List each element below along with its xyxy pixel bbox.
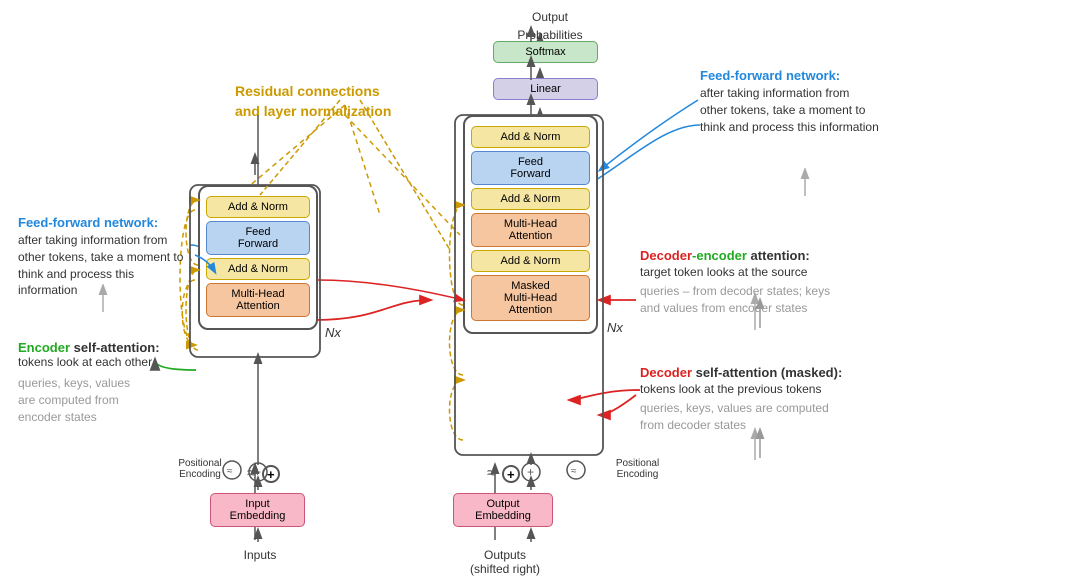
enc-plus-circle: + xyxy=(262,465,280,483)
enc-attn-title: Encoder self-attention: xyxy=(18,340,193,355)
enc-positional-wave: ≈ xyxy=(247,465,256,483)
enc-attn-queries: queries, keys, valuesare computed fromen… xyxy=(18,375,193,425)
ff-right-body: after taking information fromother token… xyxy=(700,85,910,135)
enc-feed-forward: FeedForward xyxy=(206,221,310,255)
residual-annotation: Residual connectionsand layer normalizat… xyxy=(235,82,391,121)
enc-multi-head-attn: Multi-HeadAttention xyxy=(206,283,310,317)
dec-add-norm-1: Add & Norm xyxy=(471,250,590,272)
dec-multi-head-attn: Multi-HeadAttention xyxy=(471,213,590,247)
linear-box: Linear xyxy=(493,75,598,103)
svg-text:+: + xyxy=(527,465,534,479)
dec-add-norm-2: Add & Norm xyxy=(471,188,590,210)
enc-positional-label: PositionalEncoding xyxy=(165,458,235,480)
dec-self-attn-title: Decoder self-attention (masked): xyxy=(640,365,890,380)
dec-masked-attn: MaskedMulti-HeadAttention xyxy=(471,275,590,321)
dec-enc-queries: queries – from decoder states; keysand v… xyxy=(640,283,880,317)
enc-attn-body: tokens look at each other xyxy=(18,355,193,369)
dec-enc-attn-body: target token looks at the source xyxy=(640,265,880,279)
decoder-self-attn-annotation: Decoder self-attention (masked): tokens … xyxy=(640,365,890,434)
ff-left-arrow xyxy=(93,284,113,314)
enc-input-label: Inputs xyxy=(230,548,290,562)
ff-left-title: Feed-forward network: xyxy=(18,215,193,230)
ff-right-title: Feed-forward network: xyxy=(700,68,910,83)
dec-add-norm-3: Add & Norm xyxy=(471,126,590,148)
enc-embedding-box: InputEmbedding xyxy=(210,490,305,530)
feedforward-right-annotation: Feed-forward network: after taking infor… xyxy=(700,68,910,135)
softmax-label: Softmax xyxy=(493,41,598,63)
softmax-box: Softmax xyxy=(493,38,598,66)
dec-feed-forward: FeedForward xyxy=(471,151,590,185)
dec-enc-attn-title: Decoder-encoder attention: xyxy=(640,248,880,263)
enc-add-norm-1: Add & Norm xyxy=(206,258,310,280)
dec-embedding-label: OutputEmbedding xyxy=(453,493,553,527)
dec-self-attn-queries: queries, keys, values are computedfrom d… xyxy=(640,400,890,434)
dec-plus-circle: + xyxy=(502,465,520,483)
decoder-encoder-attn-annotation: Decoder-encoder attention: target token … xyxy=(640,248,880,317)
dec-self-attn-body: tokens look at the previous tokens xyxy=(640,382,890,396)
encoder-block: Add & Norm FeedForward Add & Norm Multi-… xyxy=(198,185,318,330)
encoder-plus-section: ≈ + xyxy=(247,465,280,483)
decoder-block: Add & Norm FeedForward Add & Norm Multi-… xyxy=(463,115,598,334)
svg-text:≈: ≈ xyxy=(571,466,577,477)
decoder-nx-label: Nx xyxy=(607,320,623,335)
dec-positional-label: PositionalEncoding xyxy=(600,458,675,480)
dec-output-label: Outputs(shifted right) xyxy=(460,548,550,576)
encoder-self-attn-annotation: Encoder self-attention: tokens look at e… xyxy=(18,340,193,425)
linear-label: Linear xyxy=(493,78,598,100)
enc-embedding-label: InputEmbedding xyxy=(210,493,305,527)
encoder-nx-label: Nx xyxy=(325,325,341,340)
dec-embedding-box: OutputEmbedding xyxy=(453,490,553,530)
diagram-container: OutputProbabilities Softmax Linear Add &… xyxy=(0,0,1080,575)
enc-add-norm-2: Add & Norm xyxy=(206,196,310,218)
dec-positional-wave: ≈ xyxy=(487,465,496,483)
decoder-plus-section: ≈ + xyxy=(487,465,520,483)
ff-right-arrow xyxy=(795,168,815,198)
